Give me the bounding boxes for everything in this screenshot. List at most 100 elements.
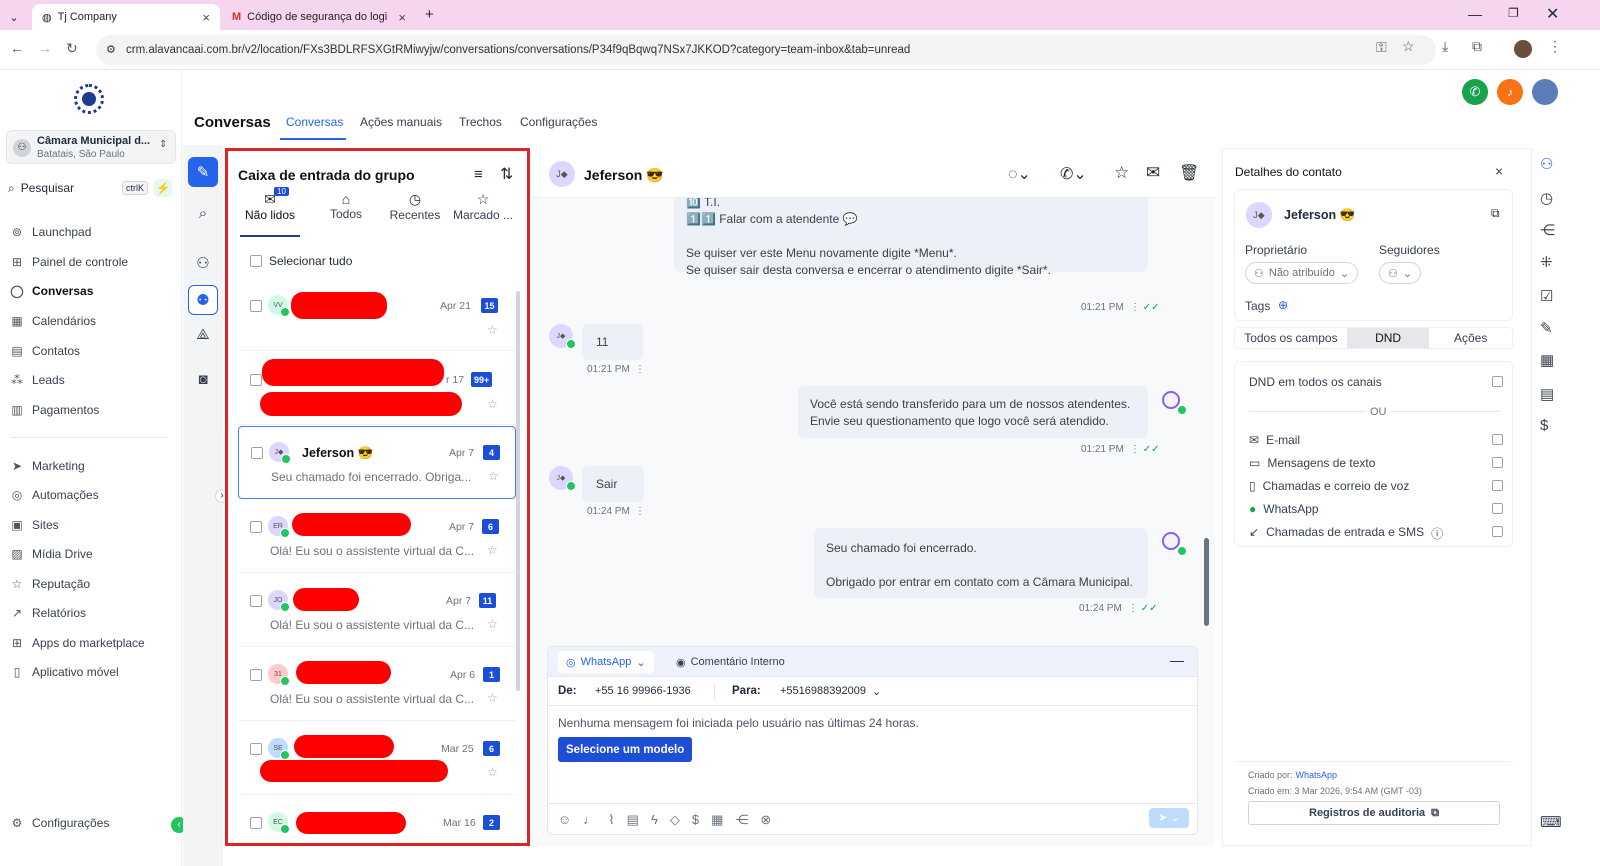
sidebar-item-automations[interactable]: ◎ Automações bbox=[10, 484, 170, 506]
bell-icon[interactable]: ♪ bbox=[1497, 79, 1523, 105]
key-icon[interactable]: ⚿ bbox=[1376, 39, 1387, 56]
chat-contact-name[interactable]: Jeferson 😎 bbox=[584, 167, 664, 184]
channel-select[interactable]: ◎ WhatsApp ⌄ bbox=[558, 651, 654, 673]
camera-icon[interactable]: ◙ bbox=[188, 364, 218, 394]
list-item[interactable]: ER Apr 7 6 Olá! Eu sou o assistente virt… bbox=[238, 500, 516, 573]
dollar-icon[interactable]: $ bbox=[1540, 417, 1548, 434]
list-item[interactable]: SE Mar 25 6 ☆ bbox=[238, 722, 516, 795]
restore-icon[interactable]: ❐ bbox=[1508, 6, 1519, 20]
download-icon[interactable]: ⤓ bbox=[1442, 38, 1448, 55]
person-icon[interactable]: ⚇ bbox=[188, 248, 218, 278]
list-item[interactable]: 31 Apr 6 1 Olá! Eu sou o assistente virt… bbox=[238, 648, 516, 721]
trash-icon[interactable]: 🗑 bbox=[1179, 163, 1199, 183]
more-icon[interactable]: ⋮ bbox=[635, 364, 645, 375]
sidebar-item-marketplace[interactable]: ⊞ Apps do marketplace bbox=[10, 632, 170, 654]
table-icon[interactable]: ▦ bbox=[711, 812, 723, 828]
sidebar-item-reports[interactable]: ↗ Relatórios bbox=[10, 602, 170, 624]
audit-logs-button[interactable]: Registros de auditoria ⧉ bbox=[1248, 801, 1500, 825]
contact-icon[interactable]: ⚇ bbox=[1540, 155, 1553, 173]
edit-icon[interactable]: ✎ bbox=[1540, 319, 1553, 337]
calendar-icon[interactable]: ▦ bbox=[1540, 351, 1554, 369]
bolt-icon[interactable]: ϟ bbox=[651, 812, 658, 828]
close-icon[interactable]: × bbox=[398, 10, 406, 25]
document-icon[interactable]: ▤ bbox=[627, 812, 639, 828]
close-icon[interactable]: × bbox=[202, 10, 210, 25]
dnd-inbound-checkbox[interactable] bbox=[1492, 526, 1503, 537]
list-item[interactable]: r 17 99+ ☆ bbox=[238, 352, 516, 425]
forward-icon[interactable]: → bbox=[38, 40, 52, 56]
star-icon[interactable]: ☆ bbox=[487, 323, 498, 337]
tab-all[interactable]: ⌂ Todos bbox=[320, 191, 372, 221]
row-checkbox[interactable] bbox=[250, 300, 262, 312]
row-checkbox[interactable] bbox=[250, 669, 262, 681]
row-checkbox[interactable] bbox=[251, 447, 263, 459]
to-number-select[interactable]: +5516988392009 ⌄ bbox=[780, 685, 881, 698]
new-message-icon[interactable]: ✎ bbox=[188, 157, 218, 187]
sidebar-item-reputation[interactable]: ☆ Reputação bbox=[10, 573, 170, 595]
back-icon[interactable]: ← bbox=[10, 40, 24, 56]
minimize-composer-icon[interactable]: — bbox=[1170, 652, 1184, 668]
mail-open-icon[interactable]: ✉ bbox=[1146, 163, 1160, 183]
add-tag-icon[interactable]: ⊕ bbox=[1278, 298, 1288, 312]
search-icon[interactable]: ⌕ bbox=[188, 198, 218, 228]
sidebar-item-leads[interactable]: ⁂ Leads bbox=[10, 369, 170, 391]
tag-icon[interactable]: ◇ bbox=[670, 812, 680, 828]
external-link-icon[interactable]: ⧉ bbox=[1491, 206, 1500, 221]
tab-dnd[interactable]: DND bbox=[1346, 328, 1430, 348]
list-item-selected[interactable]: J◆ Jeferson 😎 Apr 7 4 Seu chamado foi en… bbox=[238, 426, 516, 499]
clear-icon[interactable]: ⊗ bbox=[760, 812, 771, 828]
select-all[interactable]: Selecionar tudo bbox=[250, 254, 352, 268]
sidebar-item-contacts[interactable]: ▤ Contatos bbox=[10, 340, 170, 362]
history-icon[interactable]: ◷ bbox=[1540, 189, 1553, 207]
keyboard-icon[interactable]: ⌨ bbox=[1540, 813, 1562, 831]
row-checkbox[interactable] bbox=[250, 595, 262, 607]
star-icon[interactable]: ☆ bbox=[487, 765, 498, 779]
phone-call-icon[interactable]: ✆⌄ bbox=[1060, 164, 1087, 184]
star-icon[interactable]: ☆ bbox=[488, 469, 499, 483]
team-inbox-icon[interactable]: ⚉ bbox=[188, 285, 218, 315]
tab-all-fields[interactable]: Todos os campos bbox=[1235, 328, 1347, 348]
dnd-whatsapp-checkbox[interactable] bbox=[1492, 503, 1503, 514]
menu-icon[interactable]: ⋮ bbox=[1548, 38, 1562, 55]
notes-icon[interactable]: ▤ bbox=[1540, 385, 1554, 403]
sidebar-item-dashboard[interactable]: ⊞ Painel de controle bbox=[10, 251, 170, 273]
row-checkbox[interactable] bbox=[250, 817, 262, 829]
more-icon[interactable]: ⋮ bbox=[635, 506, 645, 517]
search-box[interactable]: ⌕ Pesquisar ctrlK bbox=[8, 178, 148, 198]
scrollbar[interactable] bbox=[516, 291, 520, 691]
sidebar-item-settings[interactable]: ⚙ Configurações bbox=[10, 812, 170, 834]
sidebar-item-sites[interactable]: ▣ Sites bbox=[10, 514, 170, 536]
tab-list-icon[interactable]: ⌄ bbox=[4, 4, 24, 30]
apps-icon[interactable]: ⁜ bbox=[1540, 253, 1553, 271]
star-icon[interactable]: ☆ bbox=[487, 543, 498, 557]
select-template-button[interactable]: Selecione um modelo bbox=[558, 737, 693, 762]
send-button[interactable]: ➤ ⌄ bbox=[1149, 808, 1189, 828]
scrollbar[interactable] bbox=[1204, 538, 1209, 626]
user-avatar[interactable] bbox=[1532, 79, 1558, 105]
sidebar-item-mobile-app[interactable]: ▯ Aplicativo móvel bbox=[10, 661, 170, 683]
tab-snippets[interactable]: Trechos bbox=[459, 115, 502, 129]
reload-icon[interactable]: ↻ bbox=[66, 40, 78, 57]
followers-select[interactable]: ⚇ ⌄ bbox=[1379, 262, 1422, 284]
tab-conversas[interactable]: Conversas bbox=[286, 115, 343, 129]
sidebar-item-conversations[interactable]: ◯ Conversas bbox=[10, 280, 170, 302]
phone-icon[interactable]: ✆ bbox=[1462, 79, 1488, 105]
browser-tab-active[interactable]: ◍ Tj Company × bbox=[32, 4, 220, 30]
attach-icon[interactable]: ⌇ bbox=[608, 812, 614, 828]
row-checkbox[interactable] bbox=[250, 374, 262, 386]
profile-avatar[interactable] bbox=[1514, 40, 1532, 58]
new-tab-icon[interactable]: + bbox=[425, 6, 434, 23]
tab-settings[interactable]: Configurações bbox=[520, 115, 597, 129]
dnd-email-checkbox[interactable] bbox=[1492, 434, 1503, 445]
list-item[interactable]: VV Apr 21 15 ☆ bbox=[238, 278, 516, 351]
bookmark-star-icon[interactable]: ☆ bbox=[1402, 38, 1415, 55]
minimize-icon[interactable]: — bbox=[1468, 6, 1482, 22]
mic-icon[interactable]: ♩ bbox=[583, 812, 596, 828]
share-icon[interactable]: ⋲ bbox=[735, 812, 748, 828]
tab-unread[interactable]: ✉ 10 Não lidos bbox=[244, 187, 296, 222]
browser-tab[interactable]: M Código de segurança do login × bbox=[222, 4, 416, 30]
url-bar[interactable]: ⚙ crm.alavancaai.com.br/v2/location/FXs3… bbox=[96, 35, 1436, 65]
sidebar-item-payments[interactable]: ▥ Pagamentos bbox=[10, 399, 170, 421]
emoji-icon[interactable]: ☺ bbox=[558, 812, 571, 828]
sidebar-item-launchpad[interactable]: ⊚ Launchpad bbox=[10, 221, 170, 243]
